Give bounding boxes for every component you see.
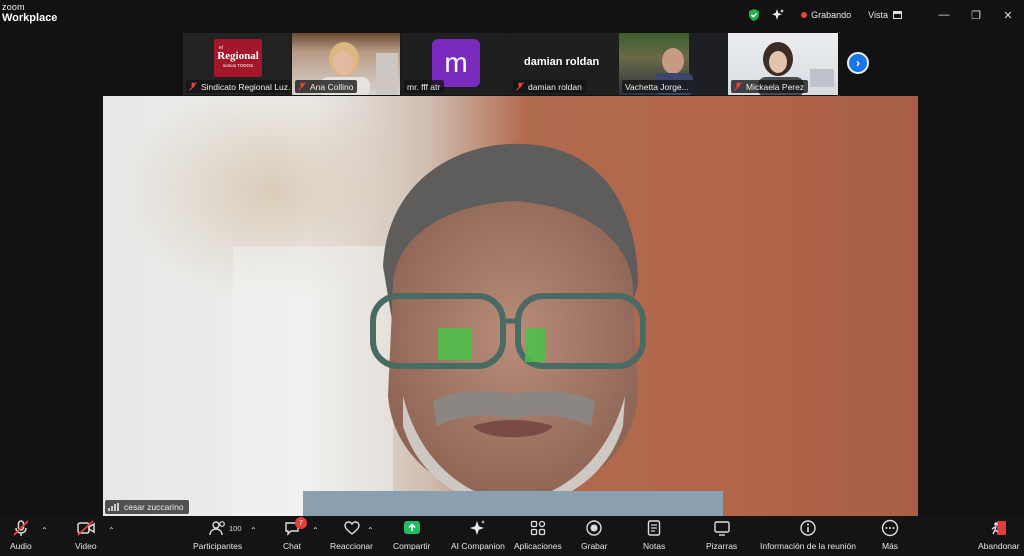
recording-dot-icon — [801, 12, 808, 18]
logo-top-text: zoom — [2, 2, 25, 12]
info-icon — [800, 520, 816, 536]
chat-options-chevron-icon[interactable]: ⌃ — [312, 526, 319, 535]
muted-microphone-icon — [13, 520, 29, 536]
participant-tile[interactable]: Ana Collino — [292, 33, 400, 95]
record-icon — [586, 520, 602, 536]
view-label: Vista — [868, 10, 888, 20]
recording-label: Grabando — [811, 10, 852, 20]
react-options-chevron-icon[interactable]: ⌃ — [367, 526, 374, 535]
meeting-toolbar: Audio ⌃ Video ⌃ Participantes 100 ⌃ Chat… — [0, 516, 1024, 556]
close-button[interactable]: ✕ — [992, 0, 1024, 30]
security-shield-icon[interactable] — [747, 8, 761, 22]
meeting-info-button[interactable]: Información de la reunión — [760, 519, 856, 551]
regional-logo-image: el Regional somos TODOS — [214, 39, 262, 77]
participant-name-tag: mr. fff atr — [404, 80, 445, 93]
view-button[interactable]: Vista — [868, 10, 902, 20]
muted-mic-icon — [189, 82, 197, 91]
participant-tile[interactable]: m mr. fff atr — [401, 33, 509, 95]
participant-name-tag: Mickaela Perez — [731, 80, 809, 93]
leave-door-icon — [991, 521, 1006, 535]
participants-icon — [208, 521, 225, 536]
participant-display-name: damian roldan — [524, 56, 600, 68]
more-button[interactable]: Más — [881, 519, 899, 551]
next-page-chevron-icon[interactable]: › — [847, 52, 869, 74]
leave-button[interactable]: Abandonar — [978, 519, 1020, 551]
share-screen-icon — [403, 521, 420, 534]
participants-options-chevron-icon[interactable]: ⌃ — [250, 526, 257, 535]
ai-sparkle-icon[interactable] — [771, 8, 785, 22]
notes-button[interactable]: Notas — [643, 519, 665, 551]
speaker-video-frame — [123, 96, 723, 516]
chat-unread-badge: 7 — [295, 517, 307, 529]
more-dots-icon — [881, 519, 899, 537]
record-button[interactable]: Grabar — [581, 519, 607, 551]
app-logo: zoom Workplace — [2, 3, 57, 24]
apps-button[interactable]: Aplicaciones — [514, 519, 562, 551]
heart-icon — [343, 521, 360, 535]
grid-view-icon — [893, 11, 902, 19]
participants-count: 100 — [229, 524, 242, 533]
participant-name-tag: Ana Collino — [295, 80, 358, 93]
video-options-chevron-icon[interactable]: ⌃ — [108, 526, 115, 535]
participant-tile[interactable]: damian roldan damian roldan — [510, 33, 619, 95]
title-bar: zoom Workplace Grabando Vista — ❐ ✕ — [0, 0, 1024, 30]
chat-button[interactable]: Chat 7 — [283, 517, 307, 551]
participant-tile[interactable]: Mickaela Perez — [728, 33, 838, 95]
participant-name-tag: Sindicato Regional Luz... — [186, 80, 290, 93]
speaker-name-tag: cesar zuccarino — [105, 500, 189, 514]
participant-name-tag: Vachetta Jorge... — [622, 80, 693, 93]
react-button[interactable]: Reaccionar — [330, 519, 373, 551]
participant-name-tag: damian roldan — [513, 80, 586, 93]
participant-thumbnail-strip: el Regional somos TODOS Sindicato Region… — [183, 33, 838, 95]
participant-tile[interactable]: el Regional somos TODOS Sindicato Region… — [183, 33, 291, 95]
participant-tile[interactable]: Vachetta Jorge... — [619, 33, 728, 95]
recording-indicator[interactable]: Grabando — [801, 10, 851, 20]
share-screen-button[interactable]: Compartir — [393, 519, 430, 551]
muted-mic-icon — [734, 82, 742, 91]
logo-bottom-text: Workplace — [2, 12, 58, 24]
restore-button[interactable]: ❐ — [960, 0, 992, 30]
signal-bars-icon — [108, 503, 120, 511]
apps-icon — [530, 520, 546, 536]
ai-companion-button[interactable]: AI Companion — [451, 519, 505, 551]
active-speaker-video: cesar zuccarino — [103, 96, 918, 516]
notes-icon — [647, 520, 661, 536]
audio-options-chevron-icon[interactable]: ⌃ — [41, 526, 48, 535]
whiteboards-button[interactable]: Pizarras — [706, 519, 737, 551]
video-button[interactable]: Video — [75, 519, 97, 551]
audio-button[interactable]: Audio — [10, 519, 32, 551]
whiteboard-icon — [713, 521, 730, 536]
muted-mic-icon — [516, 82, 524, 91]
muted-mic-icon — [298, 82, 306, 91]
ai-companion-sparkle-icon — [469, 520, 485, 535]
video-off-icon — [77, 520, 95, 536]
minimize-button[interactable]: — — [928, 0, 960, 30]
